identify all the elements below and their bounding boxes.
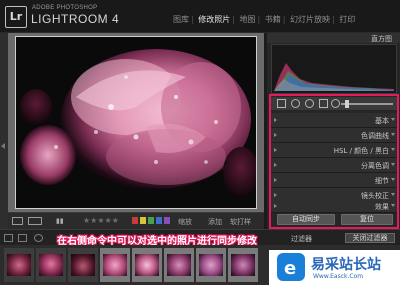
module-slideshow[interactable]: 幻灯片放映 (290, 15, 330, 24)
module-map[interactable]: 地图 (240, 15, 256, 24)
thumb-image (7, 254, 31, 276)
loupe-view-icon[interactable] (12, 217, 23, 225)
filmstrip-thumb[interactable] (36, 248, 66, 282)
thumb-image (167, 254, 191, 276)
thumb-image (199, 254, 223, 276)
rose-photo (16, 37, 256, 208)
color-label-yellow[interactable] (140, 217, 146, 224)
vendor-label: ADOBE PHOTOSHOP (32, 5, 98, 11)
filmstrip-view-icon[interactable] (4, 234, 13, 242)
module-header: Lr ADOBE PHOTOSHOP LIGHTROOM 4 图库 | 修改照片 |… (0, 0, 400, 33)
add-label: 添加 (208, 218, 222, 226)
color-label-purple[interactable] (164, 217, 170, 224)
star-rating[interactable]: ★★★★★ (83, 216, 119, 225)
thumb-image (135, 254, 159, 276)
histogram-title: 直方图 (371, 35, 392, 43)
secondary-display-icon[interactable] (18, 234, 27, 242)
watermark-e-icon: e (284, 258, 296, 279)
filmstrip-thumb[interactable] (68, 248, 98, 282)
zoom-label: 缩放 (178, 218, 192, 226)
site-watermark: e 易采站长站 Www.Easck.Com (269, 250, 400, 285)
filmstrip-thumb-selected[interactable] (196, 248, 226, 282)
expand-left-panel-icon[interactable] (1, 143, 5, 149)
thumb-image (39, 254, 63, 276)
filmstrip-bar: 在右侧命令中可以对选中的照片进行同步修改 过滤器 关闭过滤器 (0, 229, 400, 247)
callout-highlight-box (269, 94, 399, 229)
watermark-url: Www.Easck.Com (313, 273, 364, 280)
color-label-blue[interactable] (156, 217, 162, 224)
filmstrip-left-arrow-icon[interactable] (34, 234, 43, 242)
left-panel-collapsed[interactable] (0, 33, 8, 229)
histogram-graph (274, 63, 394, 91)
filmstrip-thumb[interactable] (4, 248, 34, 282)
photo-preview (15, 36, 257, 209)
module-develop[interactable]: 修改照片 (198, 15, 230, 24)
filter-off-toggle[interactable]: 关闭过滤器 (345, 233, 395, 243)
watermark-text: 易采站长站 (311, 257, 381, 273)
app-title: LIGHTROOM 4 (31, 12, 120, 26)
svg-text:e: e (284, 258, 296, 279)
color-label-green[interactable] (148, 217, 154, 224)
module-picker: 图库 | 修改照片 | 地图 | 书籍 | 幻灯片放映 | 打印 (173, 15, 356, 24)
thumb-image (231, 254, 255, 276)
module-print[interactable]: 打印 (339, 15, 355, 24)
lightroom-logo-icon: Lr (5, 6, 27, 28)
thumb-image (71, 254, 95, 276)
module-library[interactable]: 图库 (173, 15, 189, 24)
thumb-image (103, 254, 127, 276)
soft-proof-toggle[interactable]: 软打样 (230, 217, 251, 227)
histogram (271, 44, 397, 94)
flag-icon[interactable]: ▮▮ (56, 217, 64, 225)
watermark-logo-icon: e (277, 253, 305, 281)
before-after-icon[interactable] (28, 217, 42, 225)
module-book[interactable]: 书籍 (265, 15, 281, 24)
photo-canvas[interactable] (8, 33, 264, 212)
histogram-header[interactable]: 直方图 (267, 33, 400, 43)
filmstrip-thumb-selected[interactable] (228, 248, 258, 282)
color-label-red[interactable] (132, 217, 138, 224)
filmstrip-thumb-selected[interactable] (164, 248, 194, 282)
image-toolbar: ▮▮ ★★★★★ 缩放 添加 软打样 (8, 212, 264, 229)
filter-label: 过滤器 (291, 235, 312, 243)
filmstrip-thumb-selected[interactable] (132, 248, 162, 282)
filmstrip-thumb-selected[interactable] (100, 248, 130, 282)
